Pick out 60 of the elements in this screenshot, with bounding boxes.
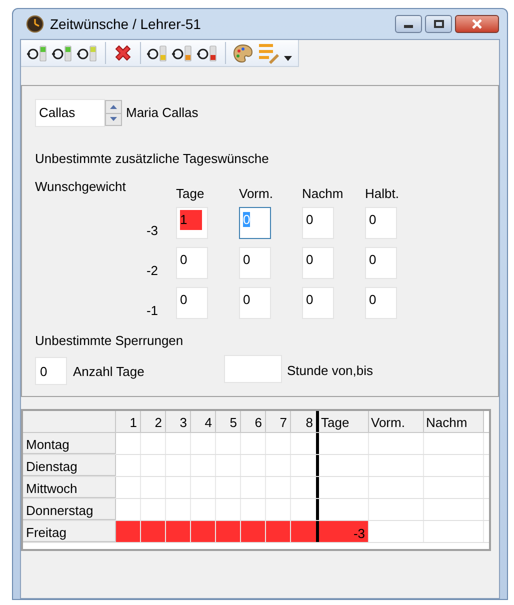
column-header: 4	[191, 411, 216, 432]
weight-value: -3	[145, 222, 158, 240]
day-header: Montag	[23, 433, 116, 454]
days-field[interactable]: 0	[35, 356, 67, 384]
weight-label: Wunschgewicht	[35, 178, 127, 196]
grid-cell[interactable]: -3	[319, 521, 369, 542]
column-header: Nachm	[424, 411, 484, 432]
maximize-button[interactable]	[425, 15, 452, 33]
count-field[interactable]: 0	[302, 287, 334, 319]
count-field[interactable]: 1	[176, 207, 208, 239]
days-label: Anzahl Tage	[73, 363, 146, 382]
weight-value: -2	[145, 262, 158, 280]
day-header: Freitag	[23, 521, 116, 542]
column-header: Tage	[176, 184, 206, 203]
column-header: 6	[241, 411, 266, 432]
weight-value: -1	[145, 302, 158, 320]
column-header: 3	[166, 411, 191, 432]
minus-weight-icon[interactable]	[197, 44, 219, 62]
hours-field[interactable]	[224, 354, 282, 382]
count-field[interactable]: 0	[365, 287, 397, 319]
section-heading: Unbestimmte zusätzliche Tageswünsche	[35, 150, 270, 168]
column-header: Vorm.	[239, 184, 274, 202]
close-icon	[471, 19, 483, 29]
palette-icon[interactable]	[232, 42, 254, 64]
count-field[interactable]: 0	[239, 287, 271, 319]
column-header: Tage	[319, 411, 369, 432]
plus-weight-icon[interactable]	[52, 44, 74, 62]
minimize-button[interactable]	[395, 15, 422, 33]
hours-label: Stunde von,bis	[287, 362, 374, 380]
column-header: 2	[141, 411, 166, 432]
count-field[interactable]: 0	[365, 207, 397, 239]
spinner[interactable]	[105, 100, 122, 126]
count-field[interactable]: 0	[365, 247, 397, 279]
window-title: Zeitwünsche / Lehrer-51	[50, 14, 201, 34]
dropdown-icon[interactable]	[284, 56, 292, 60]
clock-icon	[26, 15, 44, 33]
day-header: Dienstag	[23, 455, 116, 476]
plus-weight-icon[interactable]	[77, 44, 99, 62]
day-header: Donnerstag	[23, 499, 116, 520]
column-header: 1	[116, 411, 141, 432]
count-field[interactable]: 0	[239, 247, 271, 279]
column-header: 5	[216, 411, 241, 432]
count-field[interactable]: 0	[302, 207, 334, 239]
name-field[interactable]: Callas	[35, 99, 105, 127]
day-header: Mittwoch	[23, 477, 116, 498]
minus-weight-icon[interactable]	[147, 44, 169, 62]
count-field[interactable]: 0	[302, 247, 334, 279]
column-header: 7	[266, 411, 291, 432]
column-header: Nachm	[302, 184, 344, 202]
column-header: 8	[291, 411, 319, 432]
close-button[interactable]	[455, 15, 499, 33]
section-heading: Unbestimmte Sperrungen	[35, 332, 184, 350]
full-name: Maria Callas	[126, 104, 198, 122]
plus-weight-icon[interactable]	[27, 44, 49, 62]
count-field[interactable]: 0	[176, 287, 208, 319]
grid-cell[interactable]	[291, 521, 319, 542]
count-field[interactable]: 0	[176, 247, 208, 279]
minus-weight-icon[interactable]	[172, 44, 194, 62]
column-header: Vorm.	[369, 411, 424, 432]
column-header: Halbt.	[365, 184, 400, 202]
